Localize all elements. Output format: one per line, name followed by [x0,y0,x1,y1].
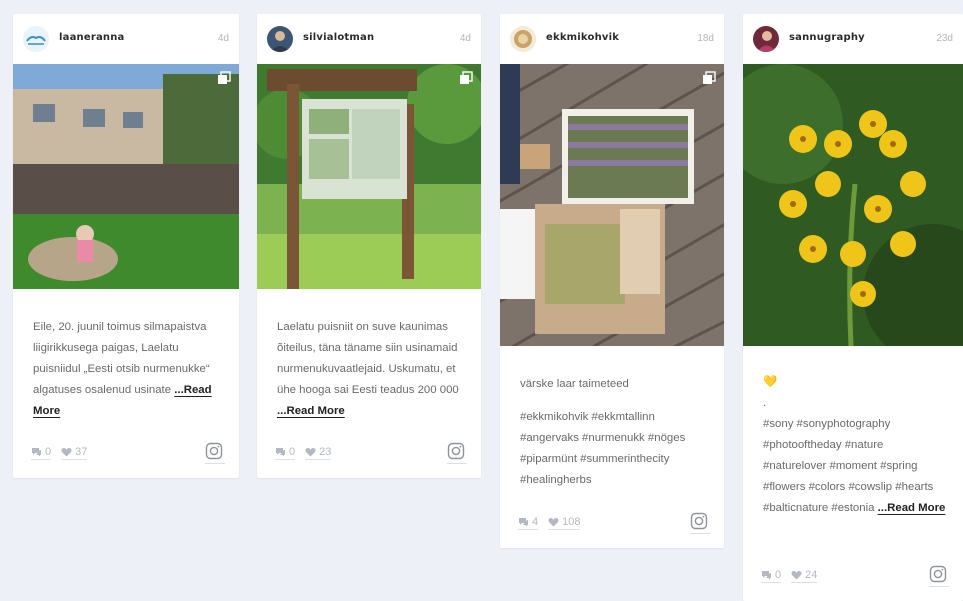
instagram-icon[interactable] [929,565,949,587]
like-count[interactable]: 108 [548,516,581,530]
post-caption: 💛 . #sony #sonyphotography #photooftheda… [763,372,949,519]
post-card[interactable]: ekkmikohvik 18d värske laar taimeteed #e… [500,14,724,548]
post-caption: Laelatu puisniit on suve kaunimas õiteil… [277,317,467,422]
caption-hashtags: #ekkmikohvik #ekkmtallinn #angervaks #nu… [520,411,686,486]
post-age: 4d [459,33,471,44]
multiple-photos-icon [217,71,231,85]
caption-emoji: 💛 [763,376,778,388]
post-stats: 0 24 [761,569,818,583]
post-header: ekkmikohvik 18d [500,14,724,64]
post-age: 4d [217,33,229,44]
post-card[interactable]: laaneranna 4d Eile, 20. juunil toimus si… [13,14,239,478]
comment-icon [519,518,528,527]
caption-text: . [763,397,767,409]
comment-icon [32,448,41,457]
username[interactable]: ekkmikohvik [546,32,619,43]
post-photo[interactable] [500,64,724,346]
post-header: sannugraphy 23d [743,14,963,64]
post-photo[interactable] [743,64,963,346]
post-stats: 0 37 [31,446,88,460]
instagram-icon[interactable] [690,512,710,534]
comment-count[interactable]: 0 [31,446,52,460]
read-more-link[interactable]: ...Read More [277,405,345,417]
heart-icon [548,517,559,527]
post-age: 18d [697,33,714,44]
like-count[interactable]: 23 [305,446,332,460]
comment-count[interactable]: 4 [518,516,539,530]
comment-count[interactable]: 0 [761,569,782,583]
post-caption: värske laar taimeteed #ekkmikohvik #ekkm… [520,374,710,491]
comment-icon [762,571,771,580]
avatar[interactable] [23,26,49,52]
post-header: silvialotman 4d [257,14,481,64]
heart-icon [61,447,72,457]
multiple-photos-icon [702,71,716,85]
comment-count[interactable]: 0 [275,446,296,460]
comment-icon [276,448,285,457]
multiple-photos-icon [459,71,473,85]
post-card[interactable]: silvialotman 4d Laelatu puisniit on suve… [257,14,481,478]
caption-hashtags: #sony #sonyphotography #photooftheday #n… [763,418,934,514]
post-photo[interactable] [257,64,481,289]
avatar[interactable] [753,26,779,52]
post-card[interactable]: sannugraphy 23d 💛 . #sony #sonyphotograp… [743,14,963,601]
post-photo[interactable] [13,64,239,289]
username[interactable]: sannugraphy [789,32,865,43]
post-header: laaneranna 4d [13,14,239,64]
post-stats: 4 108 [518,516,581,530]
username[interactable]: laaneranna [59,32,125,43]
caption-text: värske laar taimeteed [520,378,629,390]
heart-icon [305,447,316,457]
instagram-icon[interactable] [447,442,467,464]
username[interactable]: silvialotman [303,32,374,43]
post-caption: Eile, 20. juunil toimus silmapaistva lii… [33,317,225,422]
caption-text: Laelatu puisniit on suve kaunimas õiteil… [277,321,459,396]
read-more-link[interactable]: ...Read More [878,502,946,514]
like-count[interactable]: 37 [61,446,88,460]
heart-icon [791,570,802,580]
avatar[interactable] [510,26,536,52]
like-count[interactable]: 24 [791,569,818,583]
post-age: 23d [936,33,953,44]
post-stats: 0 23 [275,446,332,460]
avatar[interactable] [267,26,293,52]
instagram-icon[interactable] [205,442,225,464]
